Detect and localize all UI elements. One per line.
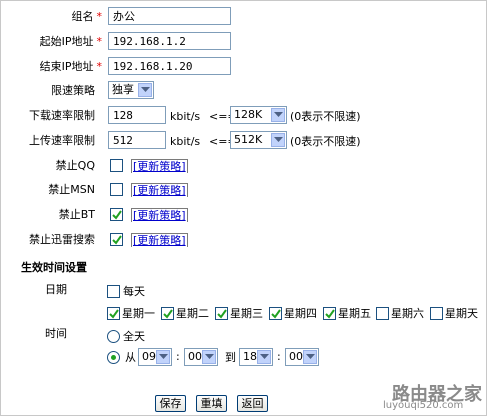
weekday-checkbox[interactable] xyxy=(107,307,120,320)
weekday-checkbox[interactable] xyxy=(215,307,228,320)
upload-rate-input[interactable]: 512 xyxy=(108,131,166,149)
to-minute-value: 00 xyxy=(289,350,303,363)
date-label: 日期 xyxy=(45,283,67,296)
policy-selected-value: 独享 xyxy=(112,83,134,96)
weekday-label: 星期一 xyxy=(122,307,155,320)
to-minute-select[interactable]: 00 xyxy=(285,348,319,366)
upload-preset-select[interactable]: 512K xyxy=(230,131,287,149)
group-name-input[interactable]: 办公 xyxy=(108,7,231,25)
block-qq-checkbox[interactable] xyxy=(110,159,123,172)
from-label: 从 xyxy=(125,351,136,364)
check-icon xyxy=(109,309,119,319)
from-minute-select[interactable]: 00 xyxy=(184,348,218,366)
to-hour-select[interactable]: 18 xyxy=(239,348,273,366)
weekday-label: 星期六 xyxy=(391,307,424,320)
chevron-down-icon[interactable] xyxy=(156,350,170,364)
start-ip-input[interactable]: 192.168.1.2 xyxy=(108,32,231,50)
time-range-radio[interactable] xyxy=(107,351,120,364)
all-day-label: 全天 xyxy=(123,330,145,343)
check-icon xyxy=(163,309,173,319)
check-icon xyxy=(112,210,122,220)
download-rate-input[interactable]: 128 xyxy=(108,106,166,124)
time-label: 时间 xyxy=(45,327,67,340)
policy-label: 限速策略 xyxy=(51,84,95,97)
chevron-down-icon[interactable] xyxy=(257,350,271,364)
end-ip-label: 结束IP地址 * xyxy=(39,60,102,73)
block-qq-label: 禁止QQ xyxy=(55,159,95,172)
upload-unit: kbit/s xyxy=(170,135,201,148)
block-bt-update-link[interactable]: [更新策略] xyxy=(131,208,188,222)
block-bt-checkbox[interactable] xyxy=(110,208,123,221)
upload-label: 上传速率限制 xyxy=(29,134,95,147)
chevron-down-icon[interactable] xyxy=(202,350,216,364)
download-note: (0表示不限速) xyxy=(290,110,361,123)
back-button[interactable]: 返回 xyxy=(237,395,268,412)
start-ip-label: 起始IP地址 * xyxy=(39,35,102,48)
to-time-separator: : xyxy=(277,350,281,363)
weekday-label: 星期天 xyxy=(445,307,478,320)
block-qq-update-link[interactable]: [更新策略] xyxy=(131,159,188,173)
schedule-section-title: 生效时间设置 xyxy=(21,261,87,274)
upload-note: (0表示不限速) xyxy=(290,135,361,148)
weekday-checkbox[interactable] xyxy=(269,307,282,320)
weekday-checkbox[interactable] xyxy=(430,307,443,320)
block-xunlei-update-link[interactable]: [更新策略] xyxy=(131,233,188,247)
from-minute-value: 00 xyxy=(188,350,202,363)
weekday-label: 星期三 xyxy=(230,307,263,320)
end-ip-input[interactable]: 192.168.1.20 xyxy=(108,57,231,75)
block-xunlei-label: 禁止迅雷搜索 xyxy=(29,233,95,246)
check-icon xyxy=(271,309,281,319)
everyday-label: 每天 xyxy=(123,285,145,298)
group-name-label: 组名 * xyxy=(71,10,103,23)
chevron-down-icon[interactable] xyxy=(303,350,317,364)
block-msn-checkbox[interactable] xyxy=(110,183,123,196)
download-preset-value: 128K xyxy=(234,108,263,121)
chevron-down-icon[interactable] xyxy=(271,133,285,147)
block-msn-label: 禁止MSN xyxy=(48,183,95,196)
from-time-separator: : xyxy=(176,350,180,363)
watermark-url: luyouqi520.com xyxy=(383,400,464,411)
weekday-checkbox[interactable] xyxy=(376,307,389,320)
chevron-down-icon[interactable] xyxy=(271,108,285,122)
weekday-checkbox[interactable] xyxy=(323,307,336,320)
to-hour-value: 18 xyxy=(243,350,257,363)
chevron-down-icon[interactable] xyxy=(138,83,152,97)
weekday-label: 星期四 xyxy=(284,307,317,320)
policy-select[interactable]: 独享 xyxy=(108,81,154,99)
weekday-label: 星期二 xyxy=(176,307,209,320)
check-icon xyxy=(217,309,227,319)
download-unit: kbit/s xyxy=(170,110,201,123)
block-xunlei-checkbox[interactable] xyxy=(110,233,123,246)
save-button[interactable]: 保存 xyxy=(155,395,186,412)
weekday-label: 星期五 xyxy=(338,307,371,320)
check-icon xyxy=(325,309,335,319)
everyday-checkbox[interactable] xyxy=(107,285,120,298)
all-day-radio[interactable] xyxy=(107,330,120,343)
block-msn-update-link[interactable]: [更新策略] xyxy=(131,183,188,197)
radio-selected-dot xyxy=(111,355,116,360)
check-icon xyxy=(112,235,122,245)
from-hour-value: 09 xyxy=(142,350,156,363)
to-label: 到 xyxy=(225,351,236,364)
weekday-checkbox[interactable] xyxy=(161,307,174,320)
upload-preset-value: 512K xyxy=(234,133,263,146)
download-label: 下载速率限制 xyxy=(29,109,95,122)
reset-button[interactable]: 重填 xyxy=(196,395,227,412)
from-hour-select[interactable]: 09 xyxy=(138,348,172,366)
download-preset-select[interactable]: 128K xyxy=(230,106,287,124)
block-bt-label: 禁止BT xyxy=(58,208,95,221)
